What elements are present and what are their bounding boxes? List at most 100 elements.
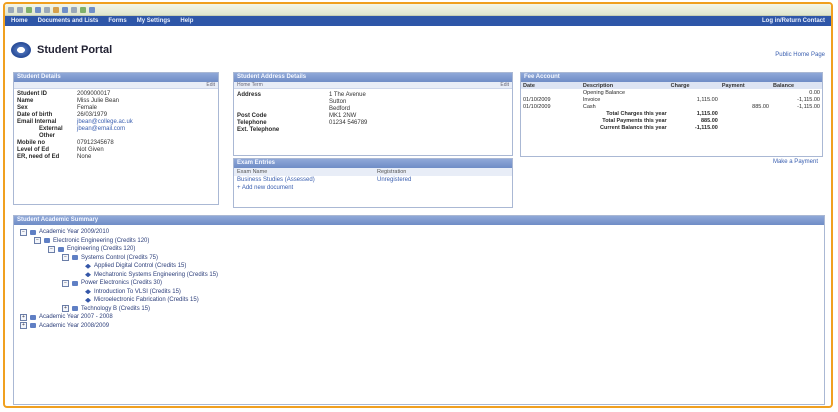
fee-total-spacer <box>720 124 771 131</box>
detail-row: Mobile no 07912345678 <box>14 140 218 147</box>
folder-icon <box>30 323 36 329</box>
folder-icon <box>72 255 78 261</box>
col-description: Description <box>580 82 669 89</box>
portal-logo-icon <box>11 42 31 58</box>
collapse-icon[interactable]: − <box>62 279 69 287</box>
fee-date <box>521 89 581 96</box>
mail-icon[interactable] <box>62 6 68 13</box>
expand-icon[interactable]: + <box>20 322 27 330</box>
address-label: Post Code <box>237 113 267 119</box>
detail-row: Sex Female <box>14 105 218 112</box>
fee-row: Opening Balance 0.00 <box>521 89 822 96</box>
col-balance: Balance <box>770 82 822 89</box>
fee-total-label: Current Balance this year <box>600 124 667 131</box>
fee-table: Date Description Charge Payment Balance … <box>521 82 822 131</box>
exam-status[interactable]: Unregistered <box>377 176 509 184</box>
tree-node[interactable]: Introduction To VLSI (Credits 15) <box>20 288 824 297</box>
fee-total-row: Current Balance this year -1,115.00 <box>521 124 822 131</box>
fee-table-header: Date Description Charge Payment Balance <box>521 82 822 89</box>
details-list: Student ID 2009000017 Name Miss Julie Bean S… <box>14 89 218 161</box>
address-row: Sutton <box>234 99 512 106</box>
tree-node[interactable]: − Electronic Engineering (Credits 120) <box>20 237 824 246</box>
tree-node[interactable]: − Power Electronics (Credits 30) <box>20 279 824 288</box>
edit-icon[interactable] <box>71 6 77 13</box>
exam-entries-panel: Exam Entries Exam Name Registration Busi… <box>233 158 513 208</box>
tree-node-label: Electronic Engineering (Credits 120) <box>53 237 150 244</box>
collapse-icon[interactable]: − <box>34 237 41 245</box>
tree-node[interactable]: − Systems Control (Credits 75) <box>20 254 824 263</box>
tree-node[interactable]: + Academic Year 2007 - 2008 <box>20 313 824 322</box>
forward-icon[interactable] <box>17 6 23 13</box>
module-icon <box>85 297 91 303</box>
tree-node[interactable]: + Academic Year 2008/2009 <box>20 322 824 331</box>
fee-payment: 885.00 <box>752 103 769 110</box>
folder-icon <box>72 306 78 312</box>
detail-value[interactable]: jbean@email.com <box>77 126 125 133</box>
exam-name-link[interactable]: Business Studies (Assessed) <box>237 176 377 184</box>
nav-login-link[interactable]: Log in/Return Contact <box>762 18 825 24</box>
help-icon[interactable] <box>89 6 95 13</box>
collapse-icon[interactable]: − <box>48 245 55 253</box>
nav-help[interactable]: Help <box>180 18 193 24</box>
edit-link[interactable]: Edit <box>14 82 218 89</box>
add-document-label: Add new document <box>241 185 294 191</box>
browser-frame: Home Documents and Lists Forms My Settin… <box>3 2 833 408</box>
panel-title: Student Academic Summary <box>14 216 824 225</box>
detail-label: Level of Ed <box>17 147 50 153</box>
fee-charge <box>669 89 720 96</box>
collapse-icon[interactable]: − <box>20 228 27 236</box>
tree-node-label: Academic Year 2009/2010 <box>39 229 110 236</box>
add-document-link[interactable]: + Add new document <box>234 184 512 193</box>
detail-value[interactable]: jbean@college.ac.uk <box>77 119 133 126</box>
fee-account-panel: Fee Account Date Description Charge Paym… <box>520 72 823 165</box>
detail-value: None <box>77 154 92 160</box>
detail-row: Name Miss Julie Bean <box>14 98 218 105</box>
fee-total-row: Total Payments this year 885.00 <box>521 117 822 124</box>
tools-icon[interactable] <box>80 6 86 13</box>
detail-row: ER, need of Ed None <box>14 154 218 161</box>
expand-icon[interactable]: + <box>20 313 27 321</box>
address-panel: Student Address Details Home Term Edit A… <box>233 72 513 156</box>
detail-row: Student ID 2009000017 <box>14 91 218 98</box>
address-row: Bedford <box>234 106 512 113</box>
favorites-icon[interactable] <box>53 6 59 13</box>
fee-balance: 0.00 <box>809 89 820 96</box>
nav-forms[interactable]: Forms <box>108 18 126 24</box>
detail-row: Other <box>14 133 218 140</box>
fee-total-value: 1,115.00 <box>696 110 718 117</box>
print-icon[interactable] <box>44 6 50 13</box>
panel-title: Fee Account <box>521 73 822 82</box>
fee-total-label: Total Payments this year <box>602 117 667 124</box>
tree-node[interactable]: + Technology B (Credits 15) <box>20 305 824 314</box>
address-value: 01234 546789 <box>329 120 368 126</box>
nav-settings[interactable]: My Settings <box>137 18 171 24</box>
tree-node[interactable]: Applied Digital Control (Credits 15) <box>20 262 824 271</box>
nav-home[interactable]: Home <box>11 18 28 24</box>
tree-node[interactable]: Microelectronic Fabrication (Credits 15) <box>20 296 824 305</box>
fee-row: 01/10/2009 Cash 885.00 -1,115.00 <box>521 103 822 110</box>
refresh-icon[interactable] <box>26 6 32 13</box>
fee-description: Opening Balance <box>582 89 626 96</box>
detail-value: Not Given <box>77 147 104 153</box>
detail-label: Date of birth <box>17 112 53 118</box>
address-value: MK1 2NW <box>329 113 357 119</box>
edit-link[interactable]: Edit <box>500 82 509 88</box>
col-exam-name: Exam Name <box>237 169 268 175</box>
expand-icon[interactable]: + <box>62 305 69 313</box>
tree-node[interactable]: − Engineering (Credits 120) <box>20 245 824 254</box>
address-label: Ext. Telephone <box>237 127 280 133</box>
public-home-link[interactable]: Public Home Page <box>775 52 825 58</box>
back-icon[interactable] <box>8 6 14 13</box>
tree-node[interactable]: − Academic Year 2009/2010 <box>20 228 824 237</box>
panel-title: Exam Entries <box>234 159 512 168</box>
folder-icon <box>58 246 64 252</box>
home-icon[interactable] <box>35 6 41 13</box>
tree-node-label: Academic Year 2007 - 2008 <box>39 314 113 321</box>
make-payment-link[interactable]: Make a Payment <box>773 159 818 165</box>
collapse-icon[interactable]: − <box>62 254 69 262</box>
tree-node[interactable]: Mechatronic Systems Engineering (Credits… <box>20 271 824 280</box>
fee-payment <box>720 89 771 96</box>
address-type-label: Home Term <box>237 82 263 88</box>
page-header: Student Portal Public Home Page <box>11 38 825 62</box>
nav-documents[interactable]: Documents and Lists <box>38 18 99 24</box>
